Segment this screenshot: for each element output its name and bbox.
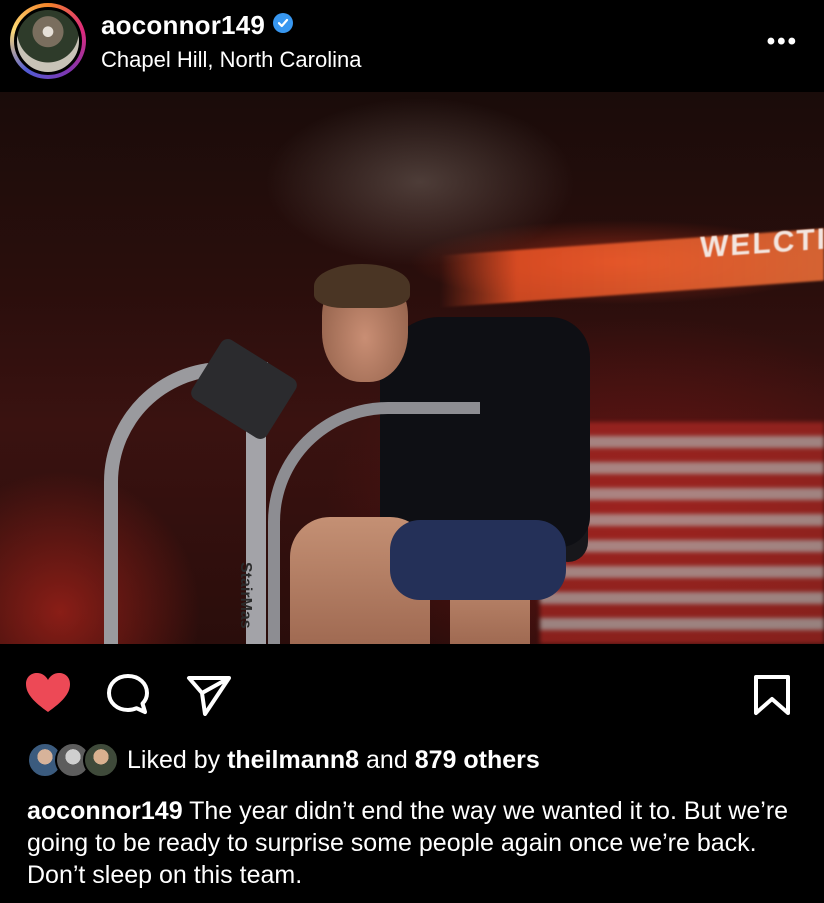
send-icon[interactable] [186, 674, 232, 721]
more-options-icon[interactable]: ••• [767, 28, 798, 56]
bookmark-icon[interactable] [752, 674, 792, 721]
post-location[interactable]: Chapel Hill, North Carolina [101, 47, 361, 73]
story-ring[interactable] [10, 3, 86, 79]
likes-summary: Liked by theilmann8 and 879 others [127, 746, 540, 775]
liker-username[interactable]: theilmann8 [227, 746, 359, 774]
action-bar [0, 644, 824, 740]
comment-icon[interactable] [104, 672, 152, 721]
bike-handlebar [268, 402, 480, 644]
post-caption: aoconnor149 The year didn’t end the way … [27, 795, 817, 891]
likes-prefix: Liked by [127, 746, 221, 774]
heart-icon[interactable] [24, 672, 72, 719]
post-header: aoconnor149 Chapel Hill, North Carolina … [0, 0, 824, 92]
likes-joiner: and [366, 746, 408, 774]
likes-others-link[interactable]: 879 others [415, 746, 540, 774]
equipment-label: StairMas [237, 562, 254, 629]
post-photo[interactable]: WELCTI StairMas [0, 92, 824, 644]
avatar[interactable] [14, 7, 82, 75]
username-row: aoconnor149 [101, 10, 294, 41]
liker-avatar [83, 742, 119, 778]
verified-badge-icon [273, 13, 294, 33]
athlete-hair [314, 264, 410, 308]
caption-username[interactable]: aoconnor149 [27, 797, 183, 825]
post-username[interactable]: aoconnor149 [101, 10, 265, 40]
